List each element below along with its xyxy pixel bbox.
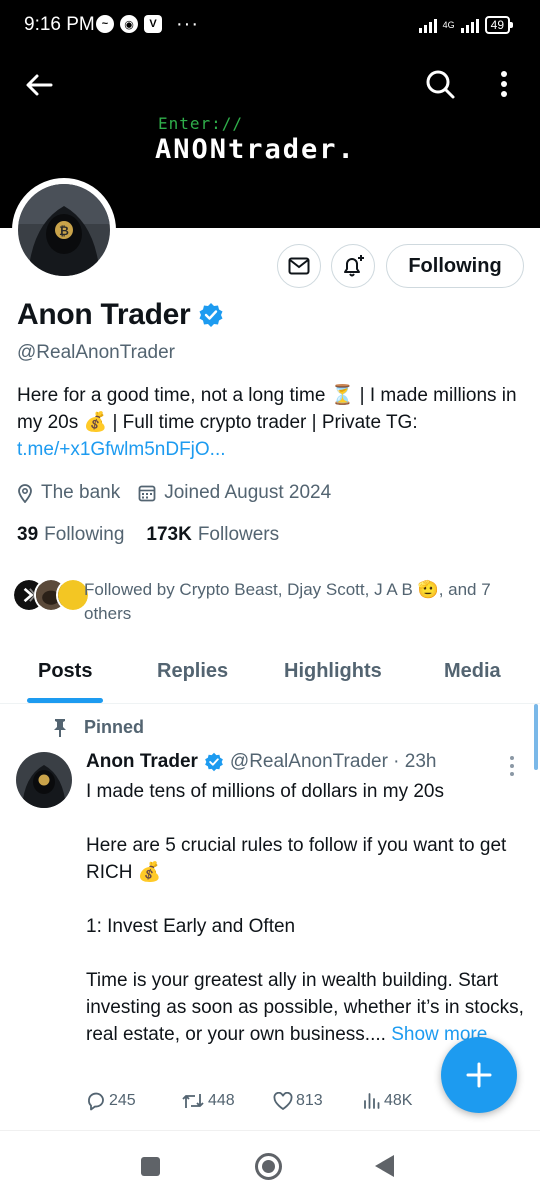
profile-stats: 39 Following 173K Followers <box>17 524 301 546</box>
mail-icon <box>288 257 310 275</box>
followers-count: 173K <box>146 524 192 545</box>
views-count: 48K <box>384 1092 413 1109</box>
post-paragraph-3: 1: Invest Early and Often <box>86 916 296 937</box>
like-action[interactable]: 813 <box>273 1091 363 1111</box>
post-author-avatar[interactable] <box>16 752 72 808</box>
post-actions: 245 448 813 48K <box>86 1091 506 1111</box>
profile-name-row: Anon Trader <box>17 298 224 332</box>
profile-handle: @RealAnonTrader <box>17 342 175 363</box>
profile-tabs: Posts Replies Highlights Media <box>0 648 540 704</box>
more-vertical-icon[interactable] <box>492 68 516 100</box>
status-bar: 9:16 PM ~ ◉ V ··· 4G 49 <box>0 0 540 52</box>
post-paragraph-4: Time is your greatest ally in wealth bui… <box>86 970 524 1045</box>
profile-bio: Here for a good time, not a long time ⏳ … <box>17 382 527 463</box>
scrollbar[interactable] <box>534 704 538 770</box>
signal-icon-2 <box>460 17 479 33</box>
followed-by-text[interactable]: Followed by Crypto Beast, Djay Scott, J … <box>84 578 524 626</box>
overflow-dots-icon: ··· <box>176 13 199 35</box>
post-paragraph-1: I made tens of millions of dollars in my… <box>86 781 444 802</box>
location-pin-icon <box>18 484 32 503</box>
following-stat[interactable]: 39 Following <box>17 524 124 546</box>
reply-action[interactable]: 245 <box>86 1091 181 1111</box>
profile-name: Anon Trader <box>17 298 191 331</box>
nav-back-icon[interactable] <box>375 1155 394 1177</box>
tab-posts[interactable]: Posts <box>38 660 92 683</box>
followers-stat[interactable]: 173K Followers <box>146 524 279 546</box>
bio-link[interactable]: t.me/+x1Gfwlm5nDFjO... <box>17 439 226 460</box>
svg-text:₿: ₿ <box>59 224 69 238</box>
repost-action[interactable]: 448 <box>181 1091 273 1111</box>
pin-icon <box>54 718 66 737</box>
avatar-image: ₿ <box>18 184 110 276</box>
verified-badge-icon <box>199 303 223 327</box>
recents-icon[interactable] <box>141 1157 160 1176</box>
post-handle-time: @RealAnonTrader · 23h <box>229 751 437 772</box>
repost-icon <box>182 1094 204 1108</box>
messenger-icon: ~ <box>96 15 114 33</box>
compose-post-button[interactable] <box>441 1037 517 1113</box>
verified-badge-icon-small <box>205 752 223 772</box>
banner-text-enter: Enter:// <box>158 114 244 133</box>
post-more-icon[interactable] <box>506 755 518 777</box>
profile-meta: The bank Joined August 2024 <box>17 482 349 504</box>
views-action[interactable]: 48K <box>363 1091 453 1111</box>
following-label: Following <box>44 524 125 545</box>
tab-highlights[interactable]: Highlights <box>284 660 382 683</box>
plus-icon <box>466 1062 492 1088</box>
chrome-icon: ◉ <box>120 15 138 33</box>
views-chart-icon <box>364 1093 380 1109</box>
vivaldi-icon: V <box>144 15 162 33</box>
calendar-icon <box>138 485 156 502</box>
following-button[interactable]: Following <box>386 244 524 288</box>
followers-label: Followers <box>197 524 280 545</box>
bio-text: Here for a good time, not a long time ⏳ … <box>17 385 517 433</box>
home-icon[interactable] <box>255 1153 282 1180</box>
pinned-label-row: Pinned <box>52 717 144 738</box>
tab-replies[interactable]: Replies <box>157 660 228 683</box>
system-nav-bar <box>0 1130 540 1200</box>
followed-by-avatars[interactable] <box>12 578 90 612</box>
repost-count: 448 <box>208 1092 235 1109</box>
notifications-button[interactable] <box>331 244 375 288</box>
post-header: Anon Trader @RealAnonTrader · 23h <box>86 751 437 773</box>
bell-plus-icon <box>344 255 364 277</box>
status-time: 9:16 PM <box>24 14 95 35</box>
heart-icon <box>273 1092 293 1110</box>
profile-joined: Joined August 2024 <box>164 482 332 503</box>
back-arrow-icon[interactable] <box>24 70 54 100</box>
message-button[interactable] <box>277 244 321 288</box>
signal-icon <box>418 17 437 33</box>
network-type: 4G <box>442 20 455 30</box>
active-tab-indicator <box>27 698 103 703</box>
reply-icon <box>88 1092 104 1111</box>
like-count: 813 <box>296 1092 323 1109</box>
following-count: 39 <box>17 524 39 545</box>
pinned-label: Pinned <box>84 717 145 737</box>
profile-location: The bank <box>41 482 121 503</box>
search-icon[interactable] <box>424 68 456 100</box>
battery-icon: 49 <box>484 16 514 34</box>
post-author-name[interactable]: Anon Trader <box>86 751 198 773</box>
post-paragraph-2: Here are 5 crucial rules to follow if yo… <box>86 835 507 883</box>
banner-text-brand: ANONtrader. <box>155 134 356 165</box>
tab-media[interactable]: Media <box>444 660 501 683</box>
profile-avatar[interactable]: ₿ <box>12 178 116 282</box>
post-text[interactable]: I made tens of millions of dollars in my… <box>86 778 526 1048</box>
reply-count: 245 <box>109 1092 136 1109</box>
